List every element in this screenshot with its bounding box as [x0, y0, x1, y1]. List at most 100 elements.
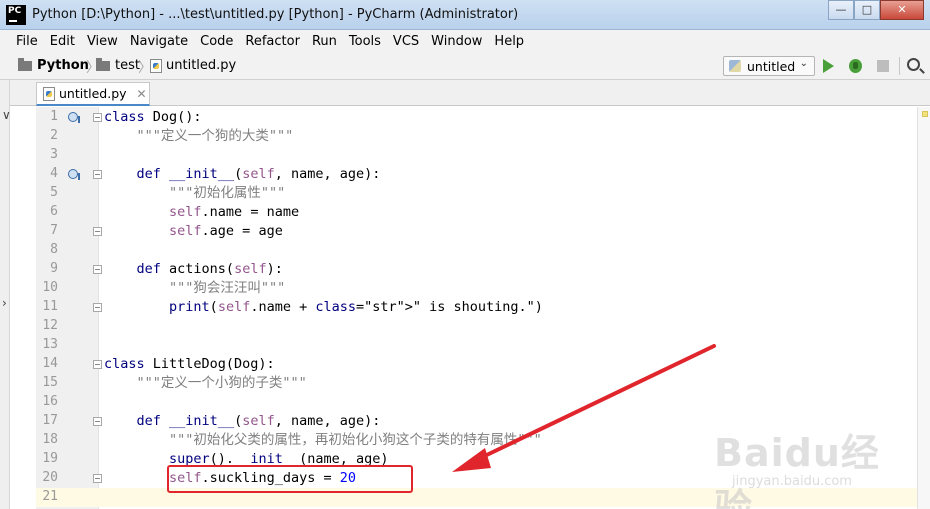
python-file-icon [150, 58, 162, 73]
code-line[interactable]: 5 """初始化属性""" [36, 184, 917, 203]
code-text: def __init__(self, name, age): [136, 413, 381, 429]
breadcrumb-file[interactable]: untitled.py [150, 58, 236, 73]
line-number: 5 [50, 185, 58, 200]
search-icon[interactable] [907, 58, 920, 71]
menu-window[interactable]: Window [425, 34, 488, 49]
code-text: class Dog(): [104, 109, 202, 125]
navigation-bar: Python 〉 test 〉 untitled.py untitled ⌄ [0, 52, 930, 80]
code-text: self.name = name [169, 204, 300, 220]
line-number: 10 [42, 280, 58, 295]
override-marker-icon[interactable] [68, 169, 80, 180]
window-title-bar: PC Python [D:\Python] - ...\test\untitle… [0, 0, 930, 30]
breadcrumb-folder-label: test [115, 58, 140, 73]
menu-tools[interactable]: Tools [343, 34, 387, 49]
debug-icon[interactable] [849, 59, 862, 73]
line-number: 9 [50, 261, 58, 276]
fold-toggle-icon[interactable] [93, 265, 102, 274]
fold-toggle-icon[interactable] [93, 303, 102, 312]
code-line[interactable]: 15 """定义一个小狗的子类""" [36, 374, 917, 393]
breadcrumb-project-label: Python [37, 58, 89, 73]
menu-help[interactable]: Help [488, 34, 530, 49]
line-number: 21 [42, 489, 58, 504]
code-text: """初始化属性""" [169, 185, 286, 201]
override-marker-icon[interactable] [68, 112, 80, 123]
tab-label: untitled.py [59, 86, 127, 101]
editor-tab-bar: untitled.py ✕ [10, 80, 930, 106]
code-text: """定义一个狗的大类""" [136, 128, 294, 144]
fold-toggle-icon[interactable] [93, 417, 102, 426]
code-text: def actions(self): [136, 261, 283, 277]
breadcrumb-folder[interactable]: test [96, 57, 140, 73]
code-text: class LittleDog(Dog): [104, 356, 275, 372]
run-icon[interactable] [823, 59, 834, 73]
menu-edit[interactable]: Edit [44, 34, 81, 49]
fold-toggle-icon[interactable] [93, 474, 102, 483]
code-text: """定义一个小狗的子类""" [136, 375, 307, 391]
code-line[interactable]: 16 [36, 393, 917, 412]
stop-icon[interactable] [877, 60, 889, 72]
code-line[interactable]: 7 self.age = age [36, 222, 917, 241]
line-number: 4 [50, 166, 58, 181]
code-line[interactable]: 13 [36, 336, 917, 355]
chevron-down-icon: ⌄ [799, 58, 808, 69]
code-line[interactable]: 8 [36, 241, 917, 260]
pycharm-logo-icon: PC [6, 5, 26, 25]
menu-run[interactable]: Run [306, 34, 343, 49]
line-number: 3 [50, 147, 58, 162]
line-number: 11 [42, 299, 58, 314]
editor-scrollbar[interactable] [917, 107, 930, 509]
expand-chevron-down-icon[interactable]: ∨ [2, 108, 11, 122]
maximize-button[interactable]: □ [854, 0, 880, 20]
expand-chevron-right-icon[interactable]: › [2, 296, 7, 310]
code-text: self.age = age [169, 223, 283, 239]
code-line[interactable]: 1 class Dog(): [36, 108, 917, 127]
tab-untitled-py[interactable]: untitled.py ✕ [36, 82, 150, 106]
code-text: """初始化父类的属性，再初始化小狗这个子类的特有属性""" [169, 432, 542, 448]
line-number: 20 [42, 470, 58, 485]
line-number: 8 [50, 242, 58, 257]
code-line[interactable]: 11 print(self.name + class="str">" is sh… [36, 298, 917, 317]
code-line[interactable]: 14 class LittleDog(Dog): [36, 355, 917, 374]
window-title: Python [D:\Python] - ...\test\untitled.p… [32, 7, 519, 22]
line-number: 16 [42, 394, 58, 409]
menu-file[interactable]: File [10, 34, 44, 49]
code-text: def __init__(self, name, age): [136, 166, 381, 182]
line-number: 19 [42, 451, 58, 466]
menu-refactor[interactable]: Refactor [239, 34, 306, 49]
folder-icon [96, 57, 110, 71]
python-icon [729, 60, 741, 72]
code-line[interactable]: 10 """狗会汪汪叫""" [36, 279, 917, 298]
annotation-highlight-box [167, 465, 413, 493]
close-icon[interactable]: ✕ [137, 87, 147, 101]
code-line[interactable]: 6 self.name = name [36, 203, 917, 222]
code-line[interactable]: 12 [36, 317, 917, 336]
fold-toggle-icon[interactable] [93, 360, 102, 369]
fold-toggle-icon[interactable] [93, 113, 102, 122]
line-number: 2 [50, 128, 58, 143]
line-number: 14 [42, 356, 58, 371]
code-text: print(self.name + class="str">" is shout… [169, 299, 543, 315]
code-line[interactable]: 9 def actions(self): [36, 260, 917, 279]
code-text: """狗会汪汪叫""" [169, 280, 286, 296]
minimize-button[interactable]: — [828, 0, 854, 20]
fold-toggle-icon[interactable] [93, 227, 102, 236]
menu-vcs[interactable]: VCS [387, 34, 425, 49]
watermark-url: jingyan.baidu.com [732, 474, 852, 489]
fold-toggle-icon[interactable] [93, 170, 102, 179]
python-file-icon [43, 86, 55, 101]
menu-bar: File Edit View Navigate Code Refactor Ru… [0, 30, 930, 52]
warning-marker-icon[interactable] [922, 111, 928, 117]
menu-code[interactable]: Code [194, 34, 239, 49]
line-number: 6 [50, 204, 58, 219]
menu-view[interactable]: View [81, 34, 124, 49]
line-number: 1 [50, 109, 58, 124]
menu-navigate[interactable]: Navigate [124, 34, 194, 49]
breadcrumb-project[interactable]: Python [18, 57, 89, 73]
code-line[interactable]: 4 def __init__(self, name, age): [36, 165, 917, 184]
close-button[interactable]: ✕ [880, 0, 924, 20]
code-line[interactable]: 3 [36, 146, 917, 165]
code-line[interactable]: 2 """定义一个狗的大类""" [36, 127, 917, 146]
run-configuration-select[interactable]: untitled ⌄ [723, 56, 815, 76]
window-controls: — □ ✕ [828, 0, 924, 22]
line-number: 12 [42, 318, 58, 333]
